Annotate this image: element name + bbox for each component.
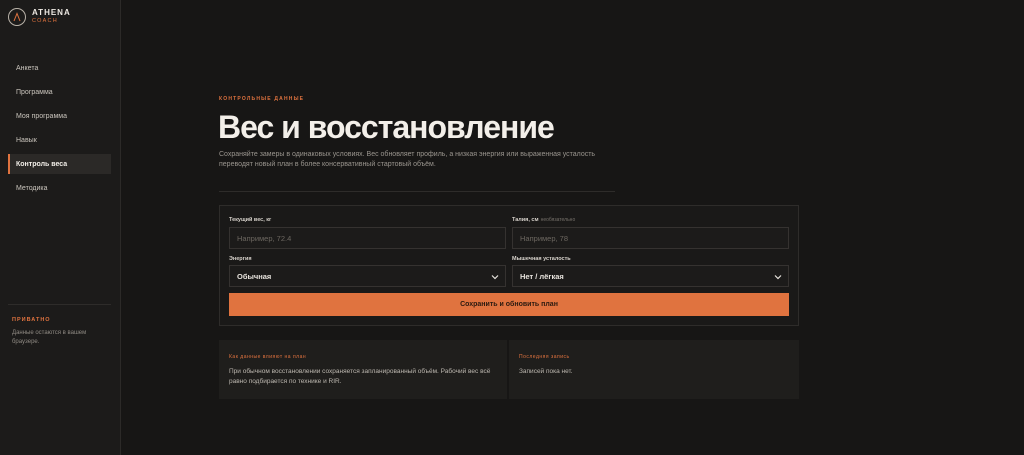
sidebar-item-method[interactable]: Методика [8,178,111,198]
chevron-down-icon [774,275,782,280]
how-data-text: При обычном восстановлении сохраняется з… [229,368,491,385]
measurement-form: Текущий вес, кг Талия, смнеобязательно Э… [219,205,799,326]
fatigue-label: Мышечная усталость [512,256,571,262]
header-divider [219,191,615,192]
brand-name: ATHENA [32,8,71,18]
private-text: Данные остаются в вашем браузере. [12,330,87,345]
weight-label: Текущий вес, кг [229,217,272,223]
sidebar-item-skill[interactable]: Навык [8,130,111,150]
chevron-down-icon [491,275,499,280]
save-update-plan-button[interactable]: Сохранить и обновить план [229,293,789,316]
brand-sub: COACH [32,18,58,25]
last-entry-card: Последняя запись Записей пока нет. [509,340,799,399]
private-title: ПРИВАТНО [12,317,51,323]
last-entry-text: Записей пока нет. [519,368,573,375]
sidebar-nav: Анкета Программа Моя программа Навык Кон… [8,58,111,202]
energy-select[interactable]: Обычная [229,265,506,287]
sidebar-item-weight-control[interactable]: Контроль веса [8,154,111,174]
sidebar: ATHENA COACH Анкета Программа Моя програ… [0,0,121,455]
energy-select-value: Обычная [237,271,272,281]
how-data-affects-card: Как данные влияют на план При обычном во… [219,340,507,399]
page-eyebrow: КОНТРОЛЬНЫЕ ДАННЫЕ [219,96,305,102]
weight-input[interactable] [229,227,506,249]
page-title: Вес и восстановление [218,109,555,145]
athena-logo-icon [8,8,26,26]
logo[interactable]: ATHENA COACH [8,8,71,26]
last-entry-title: Последняя запись [519,354,570,360]
how-data-title: Как данные влияют на план [229,354,307,360]
page-description: Сохраняйте замеры в одинаковых условиях.… [219,151,596,168]
waist-label: Талия, см необязательно [512,217,576,223]
fatigue-select-value: Нет / лёгкая [520,271,564,281]
sidebar-item-program[interactable]: Программа [8,82,111,102]
waist-optional-hint: необязательно [540,217,576,223]
energy-label: Энергия [229,256,252,262]
sidebar-item-my-program[interactable]: Моя программа [8,106,111,126]
fatigue-select[interactable]: Нет / лёгкая [512,265,789,287]
sidebar-divider [8,304,111,305]
waist-input[interactable] [512,227,789,249]
sidebar-item-anketa[interactable]: Анкета [8,58,111,78]
